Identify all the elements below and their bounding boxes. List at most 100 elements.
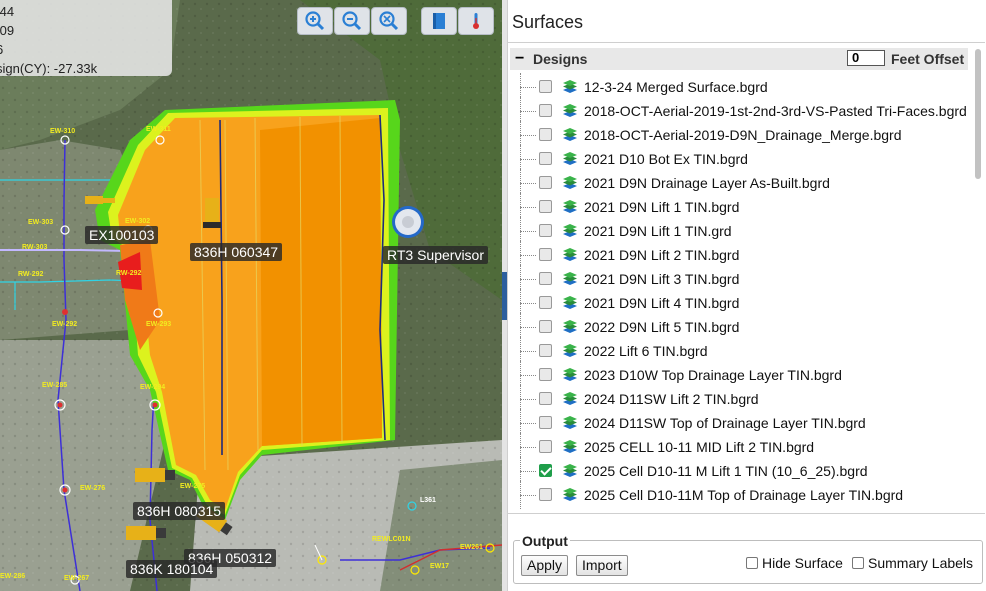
surface-row[interactable]: 12-3-24 Merged Surface.bgrd [508,73,978,101]
surface-row[interactable]: 2021 D9N Lift 1 TIN.grd [508,217,978,245]
surface-checkbox[interactable] [539,80,552,93]
surface-layer-icon [563,248,577,261]
surface-row[interactable]: 2018-OCT-Aerial-2019-1st-2nd-3rd-VS-Past… [508,97,978,125]
surface-layer-icon [563,104,577,117]
surface-checkbox[interactable] [539,464,552,477]
point-label: EW-302 [125,218,150,225]
layers-book-icon [433,13,445,29]
tree-connector [520,265,538,293]
surface-checkbox[interactable] [539,440,552,453]
zoom-in-button[interactable] [297,7,333,35]
tree-connector [520,241,538,269]
equipment-label-836k-180104[interactable]: 836K 180104 [126,560,218,578]
surface-checkbox[interactable] [539,416,552,429]
surface-layer-icon [563,200,577,213]
aerial-map[interactable]: EW-310 EW-311 EW-303 EW-302 RW-303 RW-29… [0,0,502,591]
summary-labels-option[interactable]: Summary Labels [852,555,973,571]
summary-labels-checkbox[interactable] [852,557,864,569]
tree-connector [520,97,538,125]
surface-row[interactable]: 2022 Lift 6 TIN.bgrd [508,337,978,365]
tree-connector [520,409,538,437]
surface-row[interactable]: 2021 D10 Bot Ex TIN.bgrd [508,145,978,173]
point-label: EW-293 [146,321,171,328]
surface-layer-icon [563,80,577,93]
surface-row[interactable]: 2021 D9N Lift 1 TIN.bgrd [508,193,978,221]
surface-checkbox[interactable] [539,344,552,357]
surface-checkbox[interactable] [539,320,552,333]
surface-checkbox[interactable] [539,296,552,309]
surface-checkbox[interactable] [539,152,552,165]
surface-checkbox[interactable] [539,392,552,405]
surface-row[interactable]: 2021 D9N Lift 3 TIN.bgrd [508,265,978,293]
zoom-toolbar [297,7,407,35]
point-label: RW-292 [116,270,142,277]
point-label: L361 [420,497,436,504]
surface-layer-icon [563,128,577,141]
surface-row[interactable]: 2021 D9N Drainage Layer As-Built.bgrd [508,169,978,197]
info-line: .09 [0,23,15,38]
surface-row[interactable]: 2018-OCT-Aerial-2019-D9N_Drainage_Merge.… [508,121,978,149]
surface-row[interactable]: 2024 D11SW Lift 2 TIN.bgrd [508,385,978,413]
surface-layer-icon [563,344,577,357]
surface-row[interactable]: 2023 D10W Top Drainage Layer TIN.bgrd [508,361,978,389]
list-scrollbar[interactable] [973,43,983,511]
surface-name: 2024 D11SW Top of Drainage Layer TIN.bgr… [584,415,866,431]
equipment-label-836h-060347[interactable]: 836H 060347 [190,243,283,261]
surface-row[interactable]: 2021 D9N Lift 2 TIN.bgrd [508,241,978,269]
surface-checkbox[interactable] [539,176,552,189]
surface-row[interactable]: 2022 D9N Lift 5 TIN.bgrd [508,313,978,341]
equipment-label-ex100103[interactable]: EX100103 [85,226,159,244]
designs-group-header[interactable]: − Designs 0 Feet Offset [510,48,968,70]
hide-surface-checkbox[interactable] [746,557,758,569]
point-label: EW261 [460,544,483,551]
group-name: Designs [533,51,588,67]
temperature-button[interactable] [458,7,494,35]
surface-checkbox[interactable] [539,368,552,381]
tree-connector [520,361,538,389]
surface-row[interactable]: 2025 Cell D10-11 M Lift 1 TIN (10_6_25).… [508,457,978,485]
point-label: EW-303 [28,219,53,226]
surface-name: 2021 D9N Lift 1 TIN.bgrd [584,199,740,215]
tree-connector [520,193,538,221]
info-line: .44 [0,4,15,19]
tree-connector [520,457,538,485]
surface-name: 2021 D9N Lift 1 TIN.grd [584,223,732,239]
point-label: EW-294 [140,384,165,391]
loader-icon [135,468,175,482]
surface-row[interactable]: 2024 D11SW Top of Drainage Layer TIN.bgr… [508,409,978,437]
surface-checkbox[interactable] [539,200,552,213]
hide-surface-option[interactable]: Hide Surface [746,555,843,571]
tree-connector [520,145,538,173]
tree-connector [520,481,538,509]
tree-connector [520,121,538,149]
surface-row[interactable]: 2025 CELL 10-11 MID Lift 2 TIN.bgrd [508,433,978,461]
map-view[interactable]: EW-310 EW-311 EW-303 EW-302 RW-303 RW-29… [0,0,502,591]
zoom-out-button[interactable] [334,7,370,35]
feet-offset-input[interactable]: 0 [847,50,885,66]
point-label: EW-311 [146,126,171,133]
surface-checkbox[interactable] [539,104,552,117]
loader-icon [203,198,221,228]
surface-checkbox[interactable] [539,128,552,141]
import-button[interactable]: Import [576,555,628,576]
temperature-icon [473,13,479,29]
collapse-icon[interactable]: − [515,50,529,68]
surface-checkbox[interactable] [539,488,552,501]
supervisor-location-icon [392,206,424,238]
surface-checkbox[interactable] [539,248,552,261]
surface-row[interactable]: 2021 D9N Lift 4 TIN.bgrd [508,289,978,317]
layer-toolbar [421,7,494,35]
zoom-extents-button[interactable] [371,7,407,35]
surface-checkbox[interactable] [539,224,552,237]
supervisor-label[interactable]: RT3 Supervisor [383,246,489,264]
point-label: REWLC01N [372,536,411,543]
layers-button[interactable] [421,7,457,35]
surface-checkbox[interactable] [539,272,552,285]
point-label: RW-292 [18,271,44,278]
scrollbar-thumb[interactable] [975,49,981,179]
apply-button[interactable]: Apply [521,555,569,576]
surface-row[interactable]: 2025 Cell D10-11M Top of Drainage Layer … [508,481,978,509]
equipment-label-836h-080315[interactable]: 836H 080315 [133,502,226,520]
point-label: EW-286 [0,573,25,580]
point-label: RW-303 [22,244,48,251]
